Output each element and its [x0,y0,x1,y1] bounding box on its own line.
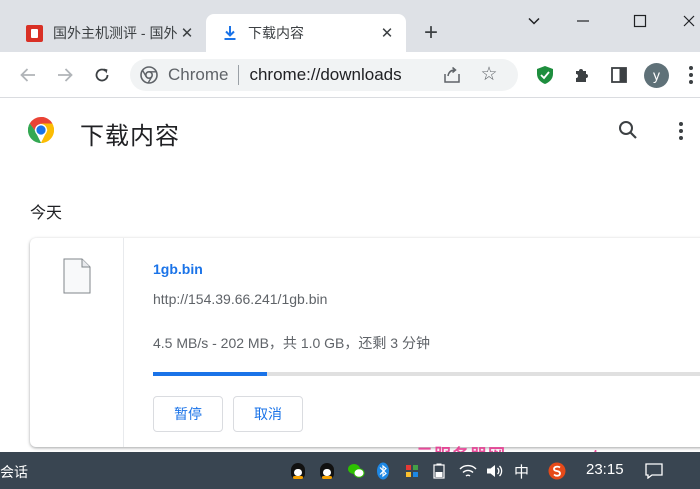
page-title: 下载内容 [80,123,180,150]
new-tab-button[interactable]: + [418,20,444,46]
chrome-logo-icon [27,116,55,143]
tab-strip: 国外主机测评 - 国外 ✕ 下载内容 ✕ + [0,0,700,52]
wifi-icon[interactable] [459,462,477,480]
maximize-icon[interactable] [627,8,653,34]
downloads-header: 下载内容 [0,99,700,163]
back-arrow-icon[interactable] [15,62,41,88]
window-close-icon[interactable] [676,8,700,34]
shield-extension-icon[interactable] [534,64,556,86]
pause-button[interactable]: 暂停 [153,396,223,432]
file-source-url[interactable]: http://154.39.66.241/1gb.bin [153,291,327,307]
download-icon [224,26,236,40]
profile-avatar[interactable]: y [644,63,669,88]
taskbar-clock[interactable]: 23:15 [586,461,624,478]
share-icon[interactable] [442,65,462,85]
extensions-puzzle-icon[interactable] [571,64,593,86]
chrome-icon [140,66,158,84]
tab-review-site[interactable]: 国外主机测评 - 国外 ✕ [14,14,206,52]
reload-icon[interactable] [89,62,115,88]
minimize-icon[interactable] [570,8,596,34]
qq-penguin-icon[interactable] [318,462,336,480]
more-menu-icon[interactable] [686,64,696,86]
omnibox-label: Chrome [168,65,229,84]
tab-downloads[interactable]: 下载内容 ✕ [206,14,406,52]
page-menu-icon[interactable] [677,120,685,142]
site-favicon-icon [26,24,43,42]
download-item-card: 1gb.bin http://154.39.66.241/1gb.bin 4.5… [30,238,700,447]
tab-title: 国外主机测评 - 国外 [53,25,178,41]
sogou-input-icon[interactable] [548,462,566,480]
bluetooth-icon[interactable] [374,462,392,480]
side-panel-icon[interactable] [608,64,630,86]
omnibox-url: chrome://downloads [249,65,402,84]
file-name-link[interactable]: 1gb.bin [153,261,203,277]
browser-toolbar: Chrome chrome://downloads ☆ y [0,52,700,98]
omnibox-divider [238,65,240,85]
close-icon[interactable]: ✕ [378,24,396,42]
ime-indicator[interactable]: 中 [514,461,529,482]
forward-arrow-icon[interactable] [52,62,78,88]
battery-icon[interactable] [430,462,448,480]
tab-title: 下载内容 [248,25,304,41]
file-icon-column [30,238,124,447]
download-status: 4.5 MB/s - 202 MB，共 1.0 GB，还剩 3 分钟 [153,335,430,351]
wechat-icon[interactable] [347,462,365,480]
taskbar-app-label[interactable]: 会话 [0,462,28,482]
notification-center-icon[interactable] [645,462,663,480]
address-bar[interactable]: Chrome chrome://downloads ☆ [130,59,518,91]
file-icon [63,258,91,294]
download-progress-bar [153,372,700,376]
cancel-button[interactable]: 取消 [233,396,303,432]
system-taskbar: 会话 中 23:15 [0,452,700,489]
qq-penguin-icon[interactable] [289,462,307,480]
search-icon[interactable] [617,119,639,141]
volume-icon[interactable] [486,462,504,480]
tab-search-chevron-icon[interactable] [521,8,547,34]
close-icon[interactable]: ✕ [178,24,196,42]
download-progress-fill [153,372,267,376]
colorful-app-icon[interactable] [403,462,421,480]
bookmark-star-icon[interactable]: ☆ [478,64,500,86]
date-heading: 今天 [30,205,63,222]
